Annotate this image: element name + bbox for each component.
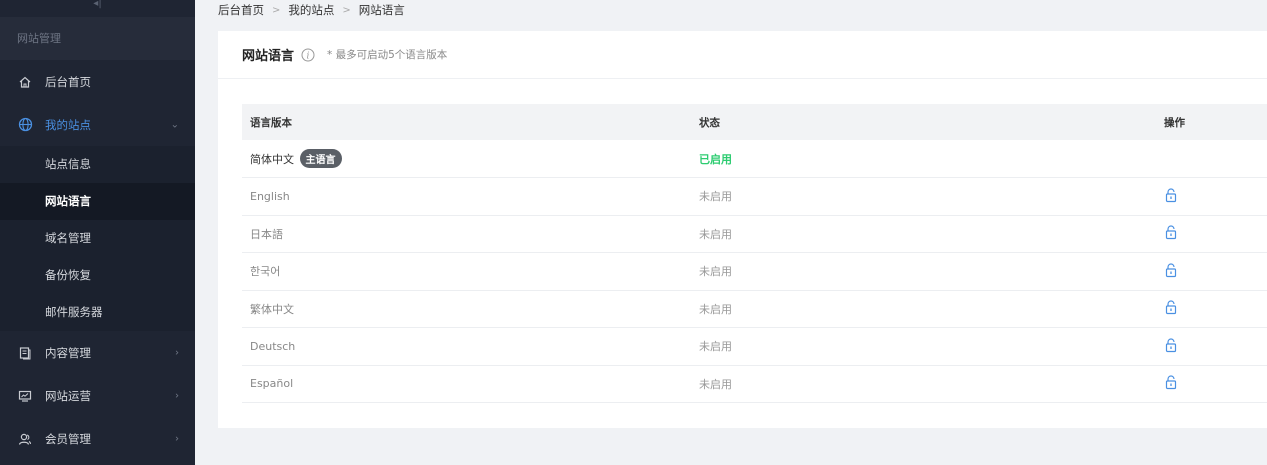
- svg-text:i: i: [306, 51, 309, 61]
- column-header-language: 语言版本: [250, 116, 292, 129]
- chevron-right-icon: ›: [175, 433, 179, 444]
- status-badge: 未启用: [699, 302, 732, 316]
- main-content: 后台首页 > 我的站点 > 网站语言 网站语言 i * 最多可启动5个语言版本 …: [195, 0, 1267, 465]
- status-badge: 已启用: [699, 152, 732, 166]
- collapse-icon: ◂|: [93, 0, 102, 9]
- sidebar-item-label: 后台首页: [45, 74, 91, 89]
- globe-icon: [17, 117, 33, 133]
- sidebar-item-label: 内容管理: [45, 345, 91, 360]
- language-name: Deutsch: [250, 339, 296, 353]
- lock-icon[interactable]: [1164, 337, 1178, 353]
- sidebar-item-my-sites[interactable]: 我的站点 ⌄: [0, 103, 195, 146]
- users-icon: [17, 431, 33, 447]
- sidebar-section-title: 网站管理: [0, 17, 195, 60]
- language-name: 한국어: [250, 265, 281, 279]
- breadcrumb: 后台首页 > 我的站点 > 网站语言: [218, 2, 405, 18]
- sidebar-item-label: 会员管理: [45, 431, 91, 446]
- sidebar-subitem-backup[interactable]: 备份恢复: [0, 257, 195, 294]
- home-icon: [17, 74, 33, 90]
- sidebar-subitem-mail-server[interactable]: 邮件服务器: [0, 294, 195, 331]
- column-header-status: 状态: [699, 116, 720, 129]
- chevron-right-icon: ›: [175, 347, 179, 358]
- language-table: 语言版本 状态 操作 简体中文 主语言 已启用 English 未启用 日本語 …: [242, 104, 1267, 403]
- sidebar-item-home[interactable]: 后台首页: [0, 60, 195, 103]
- status-badge: 未启用: [699, 340, 732, 354]
- collapse-toggle[interactable]: ◂|: [0, 0, 195, 17]
- content-icon: [17, 345, 33, 361]
- status-badge: 未启用: [699, 377, 732, 391]
- table-header-row: 语言版本 状态 操作: [242, 104, 1267, 140]
- lock-icon[interactable]: [1164, 224, 1178, 240]
- language-name: 简体中文: [250, 153, 294, 166]
- breadcrumb-separator: >: [272, 4, 281, 16]
- language-name: English: [250, 189, 290, 203]
- lock-icon[interactable]: [1164, 262, 1178, 278]
- status-badge: 未启用: [699, 227, 732, 241]
- table-row: Deutsch 未启用: [242, 327, 1267, 366]
- breadcrumb-item[interactable]: 后台首页: [218, 2, 264, 18]
- language-name: 繁体中文: [250, 302, 294, 316]
- status-badge: 未启用: [699, 190, 732, 204]
- sidebar-item-members[interactable]: 会员管理 ›: [0, 417, 195, 460]
- language-name: Español: [250, 377, 294, 391]
- sidebar-subitem-site-info[interactable]: 站点信息: [0, 146, 195, 183]
- sidebar-subitem-domain[interactable]: 域名管理: [0, 220, 195, 257]
- sidebar-subitem-site-language[interactable]: 网站语言: [0, 183, 195, 220]
- sidebar-item-operations[interactable]: 网站运营 ›: [0, 374, 195, 417]
- table-row: 한국어 未启用: [242, 252, 1267, 291]
- chevron-right-icon: ›: [175, 390, 179, 401]
- table-row: 简体中文 主语言 已启用: [242, 140, 1267, 178]
- table-row: English 未启用: [242, 177, 1267, 216]
- language-name: 日本語: [250, 227, 283, 241]
- sidebar-item-content[interactable]: 内容管理 ›: [0, 331, 195, 374]
- card-header: 网站语言 i * 最多可启动5个语言版本: [218, 31, 1267, 79]
- table-row: 日本語 未启用: [242, 215, 1267, 253]
- primary-language-badge: 主语言: [299, 149, 342, 168]
- sidebar-item-label: 我的站点: [45, 117, 91, 132]
- chevron-down-icon: ⌄: [170, 119, 179, 130]
- lock-icon[interactable]: [1164, 374, 1178, 390]
- info-icon[interactable]: i: [300, 47, 315, 62]
- table-row: 繁体中文 未启用: [242, 290, 1267, 328]
- page-title: 网站语言: [242, 49, 295, 64]
- language-card: 网站语言 i * 最多可启动5个语言版本 语言版本 状态 操作 简体中文 主语言: [218, 31, 1267, 428]
- lock-icon[interactable]: [1164, 299, 1178, 315]
- lock-icon[interactable]: [1164, 187, 1178, 203]
- monitor-icon: [17, 388, 33, 404]
- sidebar: ◂| 网站管理 后台首页 我的站点 ⌄ 站点信息 网站语言 域名管理 备份恢复 …: [0, 0, 195, 465]
- language-limit-hint: * 最多可启动5个语言版本: [327, 49, 448, 61]
- breadcrumb-item[interactable]: 我的站点: [288, 2, 334, 18]
- breadcrumb-separator: >: [342, 4, 351, 16]
- column-header-actions: 操作: [1164, 116, 1185, 129]
- table-row: Español 未启用: [242, 365, 1267, 403]
- breadcrumb-item-current: 网站语言: [358, 3, 405, 17]
- status-badge: 未启用: [699, 265, 732, 279]
- sidebar-item-label: 网站运营: [45, 388, 91, 403]
